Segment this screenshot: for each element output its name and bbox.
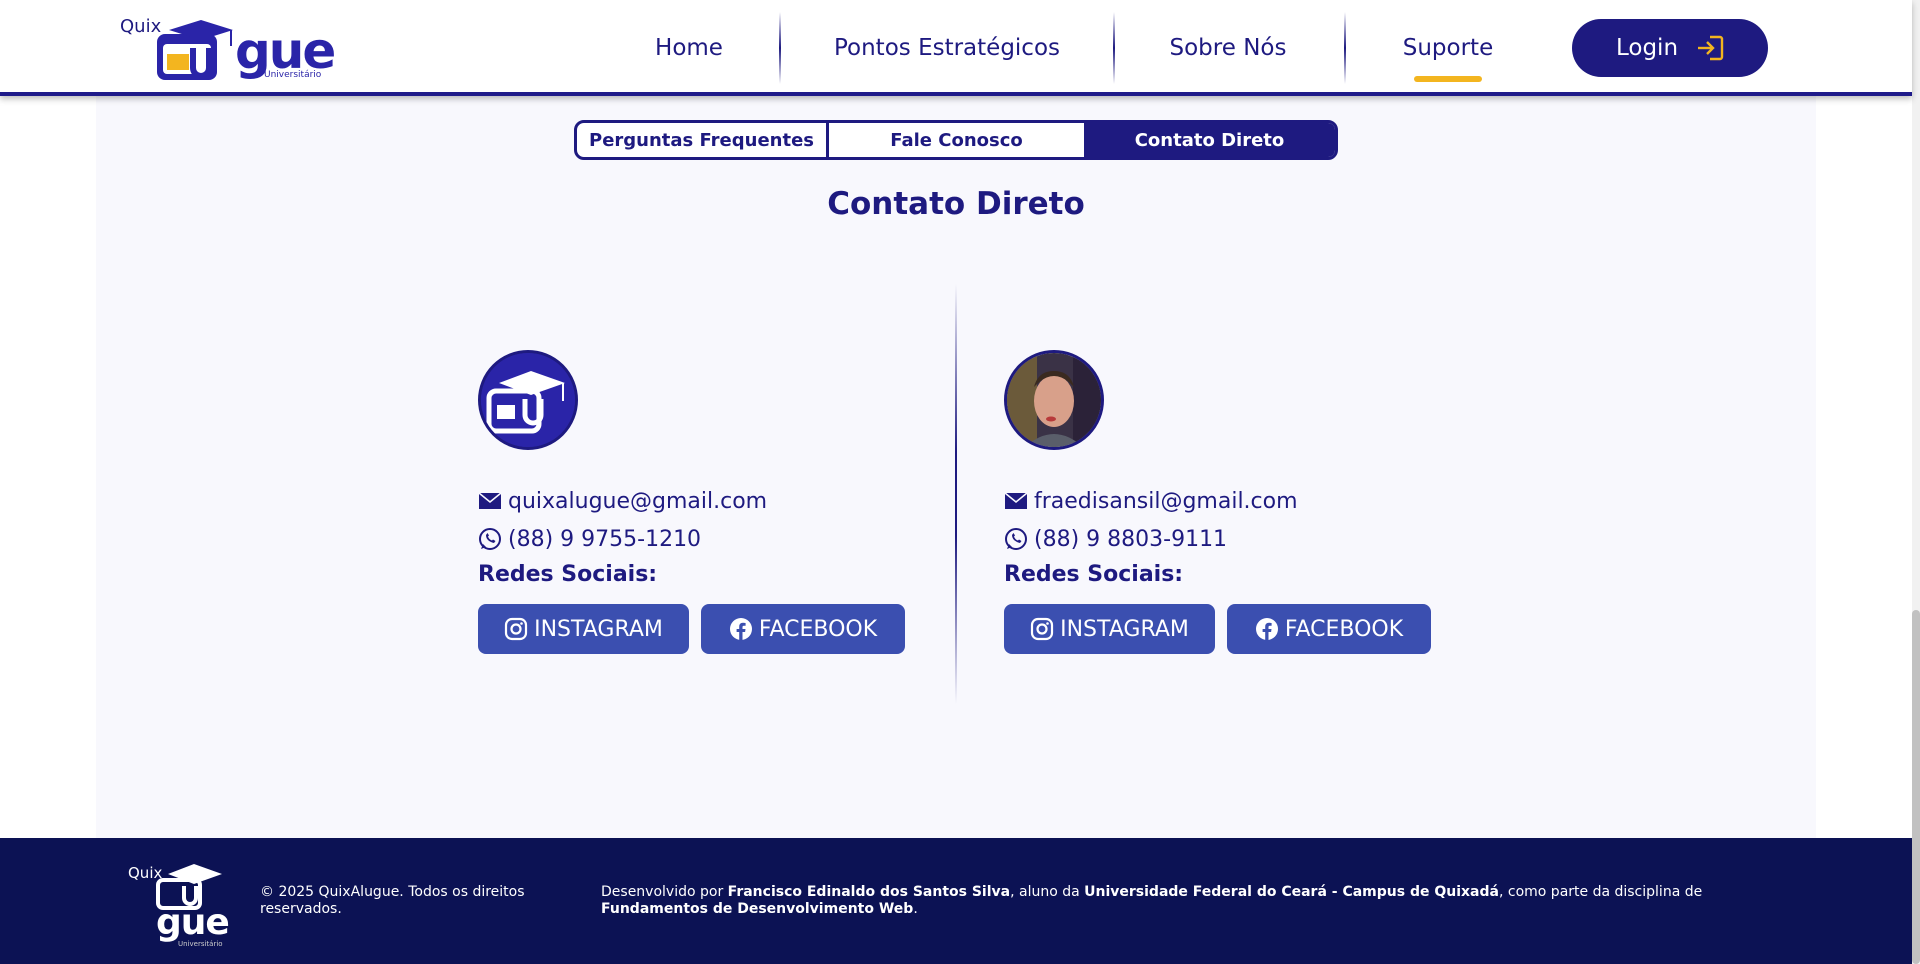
nav-separator bbox=[1344, 12, 1346, 84]
contact-email[interactable]: quixalugue@gmail.com bbox=[508, 489, 767, 514]
facebook-button[interactable]: FACEBOOK bbox=[701, 604, 905, 654]
credits-text: Desenvolvido por Francisco Edinaldo dos … bbox=[601, 884, 1781, 918]
facebook-icon bbox=[1255, 618, 1278, 640]
instagram-button[interactable]: INSTAGRAM bbox=[478, 604, 689, 654]
credits-end: . bbox=[913, 901, 918, 917]
instagram-button[interactable]: INSTAGRAM bbox=[1004, 604, 1215, 654]
footer-logo[interactable]: Quix gue Universitário bbox=[128, 860, 238, 950]
facebook-icon bbox=[729, 618, 752, 640]
copyright-text: © 2025 QuixAlugue. Todos os direitos res… bbox=[260, 884, 525, 917]
nav-pontos-estrategicos[interactable]: Pontos Estratégicos bbox=[812, 0, 1082, 96]
university-name: Universidade Federal do Ceará - Campus d… bbox=[1084, 884, 1499, 900]
support-tabs: Perguntas Frequentes Fale Conosco Contat… bbox=[574, 120, 1338, 160]
nav-separator bbox=[779, 12, 781, 84]
quixalugue-logo-icon bbox=[481, 353, 575, 447]
facebook-button[interactable]: FACEBOOK bbox=[1227, 604, 1431, 654]
course-name: Fundamentos de Desenvolvimento Web bbox=[601, 901, 914, 917]
avatar bbox=[1004, 350, 1104, 450]
instagram-label: INSTAGRAM bbox=[1060, 616, 1189, 642]
whatsapp-icon bbox=[1005, 528, 1027, 550]
contact-email[interactable]: fraedisansil@gmail.com bbox=[1034, 489, 1298, 514]
instagram-icon bbox=[505, 617, 528, 641]
whatsapp-icon bbox=[479, 528, 501, 550]
email-line: quixalugue@gmail.com bbox=[478, 486, 918, 516]
tab-contato-direto[interactable]: Contato Direto bbox=[1084, 123, 1335, 157]
phone-line: (88) 9 8803-9111 bbox=[1004, 524, 1444, 554]
login-button[interactable]: Login bbox=[1572, 19, 1768, 77]
contacts-divider bbox=[955, 284, 957, 704]
credits-mid1: , aluno da bbox=[1010, 884, 1085, 900]
site-footer: Quix gue Universitário © 2025 QuixAlugue… bbox=[0, 838, 1912, 964]
section-title: Contato Direto bbox=[827, 186, 1085, 222]
scrollbar-thumb[interactable] bbox=[1912, 610, 1920, 964]
social-buttons: INSTAGRAM FACEBOOK bbox=[1004, 604, 1444, 654]
phone-line: (88) 9 9755-1210 bbox=[478, 524, 918, 554]
facebook-label: FACEBOOK bbox=[758, 616, 878, 642]
active-nav-indicator bbox=[1414, 76, 1482, 82]
tab-perguntas-frequentes[interactable]: Perguntas Frequentes bbox=[577, 123, 829, 157]
facebook-label: FACEBOOK bbox=[1284, 616, 1404, 642]
email-line: fraedisansil@gmail.com bbox=[1004, 486, 1444, 516]
contact-phone[interactable]: (88) 9 8803-9111 bbox=[1034, 527, 1227, 552]
footer-logo-universitario: Universitário bbox=[178, 940, 223, 948]
contact-card: quixalugue@gmail.com (88) 9 9755-1210 Re… bbox=[478, 350, 918, 654]
social-title: Redes Sociais: bbox=[478, 562, 658, 587]
user-photo bbox=[1007, 353, 1101, 447]
credits-prefix: Desenvolvido por bbox=[601, 884, 728, 900]
developer-name: Francisco Edinaldo dos Santos Silva bbox=[727, 884, 1011, 900]
instagram-label: INSTAGRAM bbox=[534, 616, 663, 642]
site-header: Quix gue Universitário Home Pontos Estra… bbox=[0, 0, 1912, 96]
envelope-icon bbox=[478, 492, 502, 509]
nav-sobre-nos[interactable]: Sobre Nós bbox=[1160, 0, 1296, 96]
quixalugue-logo[interactable]: Quix gue Universitário bbox=[120, 12, 336, 84]
footer-logo-gue: gue bbox=[156, 902, 230, 943]
social-buttons: INSTAGRAM FACEBOOK bbox=[478, 604, 918, 654]
nav-home[interactable]: Home bbox=[636, 0, 742, 96]
credits-mid2: , como parte da disciplina de bbox=[1498, 884, 1703, 900]
logo-universitario-text: Universitário bbox=[264, 70, 322, 80]
tab-fale-conosco[interactable]: Fale Conosco bbox=[829, 123, 1084, 157]
envelope-icon bbox=[1004, 492, 1028, 509]
login-icon bbox=[1698, 35, 1724, 61]
nav-separator bbox=[1113, 12, 1115, 84]
contact-phone[interactable]: (88) 9 9755-1210 bbox=[508, 527, 701, 552]
avatar bbox=[478, 350, 578, 450]
instagram-icon bbox=[1031, 617, 1054, 641]
contact-card: fraedisansil@gmail.com (88) 9 8803-9111 … bbox=[1004, 350, 1444, 654]
login-label: Login bbox=[1615, 35, 1679, 61]
social-title: Redes Sociais: bbox=[1004, 562, 1184, 587]
